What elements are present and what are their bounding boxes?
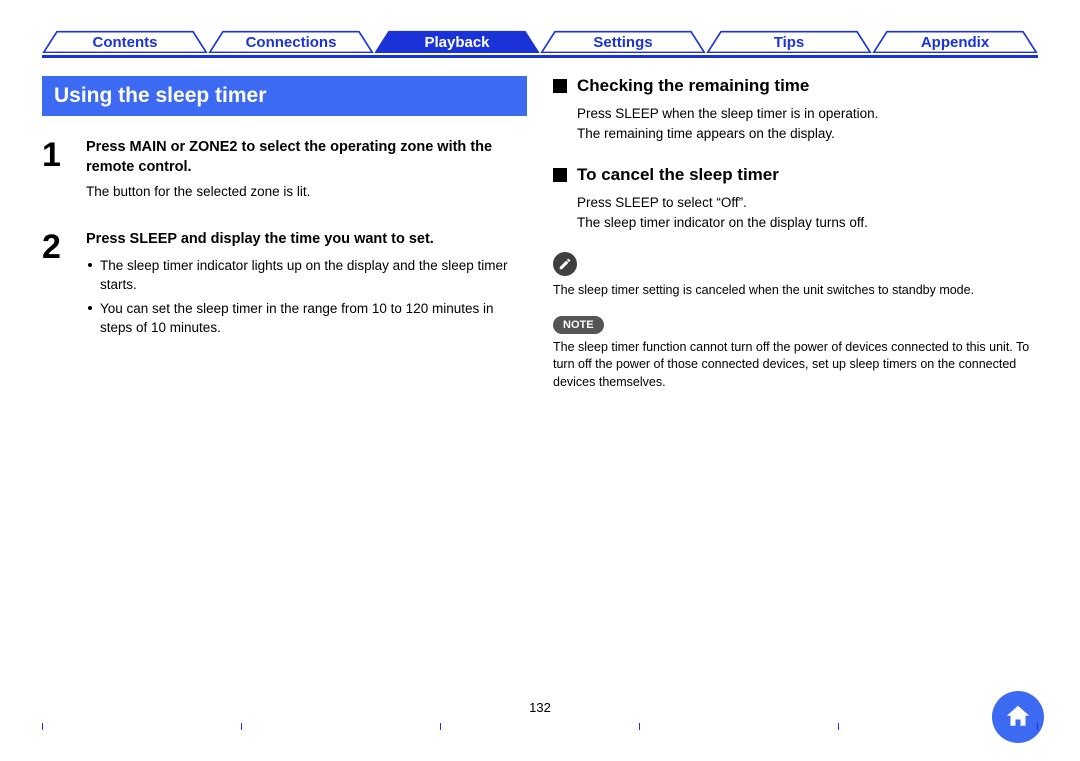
tab-connections[interactable]: Connections (208, 30, 374, 55)
note-badge: NOTE (553, 316, 604, 334)
body-line: The sleep timer indicator on the display… (577, 213, 1038, 233)
tab-label: Tips (774, 34, 805, 51)
step-subtext: The button for the selected zone is lit. (86, 183, 527, 202)
body-line: Press SLEEP to select “Off”. (577, 193, 1038, 213)
tab-tips[interactable]: Tips (706, 30, 872, 55)
tab-settings[interactable]: Settings (540, 30, 706, 55)
step-2: 2 Press SLEEP and display the time you wa… (42, 230, 527, 342)
nav-tabs: Contents Connections Playback Settings Tips A… (42, 30, 1038, 58)
square-bullet-icon (553, 168, 567, 182)
body-line: The remaining time appears on the displa… (577, 124, 1038, 144)
info-text: The sleep timer setting is canceled when… (553, 282, 1038, 300)
step-heading: Press MAIN or ZONE2 to select the operat… (86, 138, 527, 177)
body-line: Press SLEEP when the sleep timer is in o… (577, 104, 1038, 124)
tab-label: Connections (246, 34, 337, 51)
footer-ticks (42, 723, 1038, 731)
home-icon (1003, 702, 1033, 732)
tab-contents[interactable]: Contents (42, 30, 208, 55)
sub-heading: To cancel the sleep timer (553, 165, 1038, 185)
section-title: Using the sleep timer (42, 76, 527, 116)
square-bullet-icon (553, 79, 567, 93)
sub-heading-text: To cancel the sleep timer (577, 165, 779, 185)
tab-label: Playback (424, 34, 489, 51)
left-column: Using the sleep timer 1 Press MAIN or ZON… (42, 76, 527, 391)
bullet-item: The sleep timer indicator lights up on t… (86, 256, 527, 295)
step-number: 2 (42, 230, 68, 342)
tab-label: Contents (93, 34, 158, 51)
tab-label: Settings (593, 34, 652, 51)
tab-appendix[interactable]: Appendix (872, 30, 1038, 55)
step-bullets: The sleep timer indicator lights up on t… (86, 256, 527, 338)
sub-heading-text: Checking the remaining time (577, 76, 809, 96)
step-heading: Press SLEEP and display the time you wan… (86, 230, 527, 250)
pencil-note-icon (553, 252, 577, 276)
bullet-item: You can set the sleep timer in the range… (86, 299, 527, 338)
step-number: 1 (42, 138, 68, 208)
step-1: 1 Press MAIN or ZONE2 to select the opera… (42, 138, 527, 208)
section-body: Press SLEEP to select “Off”.The sleep ti… (553, 193, 1038, 232)
sub-heading: Checking the remaining time (553, 76, 1038, 96)
tab-playback[interactable]: Playback (374, 30, 540, 55)
tab-label: Appendix (921, 34, 989, 51)
page-number: 132 (0, 700, 1080, 715)
home-button[interactable] (992, 691, 1044, 743)
note-text: The sleep timer function cannot turn off… (553, 339, 1038, 392)
right-column: Checking the remaining time Press SLEEP w… (553, 76, 1038, 391)
section-body: Press SLEEP when the sleep timer is in o… (553, 104, 1038, 143)
